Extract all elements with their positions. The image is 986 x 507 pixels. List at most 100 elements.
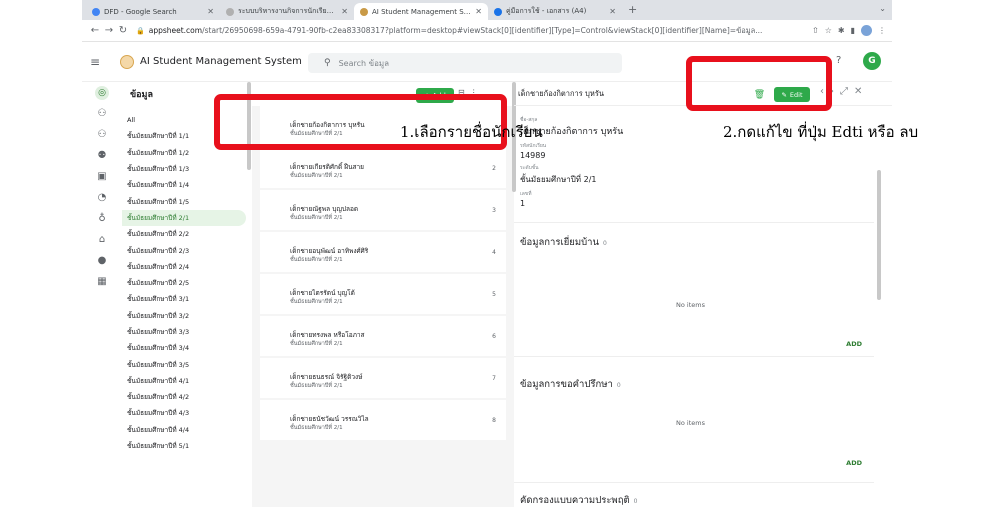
student-class: ชั้นมัธยมศึกษาปีที่ 2/1 xyxy=(290,173,343,179)
close-icon[interactable]: ✕ xyxy=(854,86,868,97)
profile-avatar[interactable] xyxy=(861,25,872,36)
section-count: 0 xyxy=(616,382,621,389)
section-counseling: ข้อมูลการขอคำปรึกษา 0 No items ADD xyxy=(514,356,874,467)
new-tab-button[interactable]: + xyxy=(622,3,643,18)
section-title: คัดกรองแบบความประพฤติ 0 xyxy=(520,495,638,506)
section-count: 0 xyxy=(633,498,638,505)
google-favicon-icon xyxy=(92,7,100,16)
section-title: ข้อมูลการเยี่ยมบ้าน 0 xyxy=(520,237,607,248)
category-item[interactable]: ชั้นมัธยมศึกษาปีที่ 4/4 xyxy=(122,422,246,438)
student-name: เด็กชายทรงพล หรือโอภาส xyxy=(290,331,365,339)
student-row[interactable]: เด็กชายธนธรณ์ จิรัฐิติวงษ์ชั้นมัธยมศึกษา… xyxy=(260,358,506,400)
rail-item-add-person[interactable]: ⚇ xyxy=(82,103,122,124)
docs-favicon-icon xyxy=(494,7,502,16)
student-row[interactable]: เด็กชายณัฐพล บุญปลอด ชั้นมัธยมศึกษาปีที่ … xyxy=(260,190,506,232)
forward-arrow-icon[interactable]: → xyxy=(102,25,116,36)
section-add-button[interactable]: ADD xyxy=(846,340,862,348)
category-item[interactable]: ชั้นมัธยมศึกษาปีที่ 3/5 xyxy=(122,356,246,372)
annotation-step-2: 2.กดแก้ไข ที่ปุ่ม Edti หรือ ลบ xyxy=(723,123,919,141)
rail-item-grid[interactable]: ▦ xyxy=(82,271,122,292)
category-item[interactable]: ชั้นมัธยมศึกษาปีที่ 1/3 xyxy=(122,161,246,177)
close-tab-icon[interactable]: ✕ xyxy=(609,7,616,16)
detail-scrollbar[interactable] xyxy=(877,170,881,300)
rail-item-chart[interactable]: ◔ xyxy=(82,187,122,208)
field-label: เลขที่ xyxy=(520,191,532,197)
user-avatar[interactable]: G xyxy=(863,52,881,70)
student-name: เด็กชายธนัชวัฒน์ วรรณวิไล xyxy=(290,415,369,423)
category-item[interactable]: ชั้นมัธยมศึกษาปีที่ 2/5 xyxy=(122,275,246,291)
field-value: ชั้นมัธยมศึกษาปีที่ 2/1 xyxy=(520,175,597,184)
close-tab-icon[interactable]: ✕ xyxy=(207,7,214,16)
student-row[interactable]: เด็กชายเกียรติศักดิ์ ฝืนสายชั้นมัธยมศึกษ… xyxy=(260,148,506,190)
category-item[interactable]: ชั้นมัธยมศึกษาปีที่ 2/1 xyxy=(122,209,246,227)
rail-item-data[interactable]: ◎ xyxy=(82,82,122,103)
bookmark-star-icon[interactable]: ☆ xyxy=(825,26,832,35)
category-list: All ชั้นมัธยมศึกษาปีที่ 1/1 ชั้นมัธยมศึกษา… xyxy=(122,112,246,454)
search-input[interactable]: ⚲ Search ข้อมูล xyxy=(308,53,622,73)
student-rows: เด็กชายก้องกิตาการ บุหรัน ชั้นมัธยมศึกษาป… xyxy=(260,106,506,442)
category-item[interactable]: ชั้นมัธยมศึกษาปีที่ 1/5 xyxy=(122,193,246,209)
section-home-visit: ข้อมูลการเยี่ยมบ้าน 0 No items ADD xyxy=(514,222,874,356)
back-arrow-icon[interactable]: ← xyxy=(88,25,102,36)
category-item[interactable]: ชั้นมัธยมศึกษาปีที่ 4/1 xyxy=(122,373,246,389)
site-favicon-icon xyxy=(226,7,234,16)
browser-tab[interactable]: ระบบบริหารงานกิจการนักเรียน อง ✕ xyxy=(220,3,354,20)
student-row[interactable]: เด็กชายไตรรัตน์ บุญโต้ ชั้นมัธยมศึกษาปีที… xyxy=(260,274,506,316)
category-item[interactable]: ชั้นมัธยมศึกษาปีที่ 2/2 xyxy=(122,226,246,242)
student-name: เด็กชายธนธรณ์ จิรัฐิติวงษ์ xyxy=(290,373,363,381)
lock-icon: 🔒 xyxy=(136,26,145,35)
student-name: เด็กชายเกียรติศักดิ์ ฝืนสาย xyxy=(290,163,364,171)
student-row[interactable]: เด็กชายทรงพล หรือโอภาส ชั้นมัธยมศึกษาปีที… xyxy=(260,316,506,358)
tab-search-chevron-icon[interactable]: ⌄ xyxy=(879,4,886,13)
category-item[interactable]: ชั้นมัธยมศึกษาปีที่ 3/3 xyxy=(122,324,246,340)
category-item[interactable]: ชั้นมัธยมศึกษาปีที่ 3/1 xyxy=(122,291,246,307)
browser-tab-active[interactable]: AI Student Management Syste ✕ xyxy=(354,3,488,20)
student-row[interactable]: เด็กชายอนุพัฒน์ อาทิพงศ์ศิริ ชั้นมัธยมศึก… xyxy=(260,232,506,274)
field-value: 14989 xyxy=(520,151,546,160)
browser-menu-icon[interactable]: ⋮ xyxy=(878,26,886,35)
nav-rail: ◎ ⚇ ⚇ ⚉ ▣ ◔ ♁ ⌂ ● ▦ xyxy=(82,82,122,507)
hamburger-menu-icon[interactable]: ≡ xyxy=(90,55,102,69)
student-class: ชั้นมัธยมศึกษาปีที่ 2/1 xyxy=(290,383,343,389)
student-row[interactable]: เด็กชายธนัชวัฒน์ วรรณวิไล ชั้นมัธยมศึกษาป… xyxy=(260,400,506,442)
section-add-button[interactable]: ADD xyxy=(846,459,862,467)
category-item[interactable]: ชั้นมัธยมศึกษาปีที่ 1/4 xyxy=(122,177,246,193)
reload-icon[interactable]: ↻ xyxy=(116,25,130,36)
browser-tab[interactable]: คู่มือการใช้ - เอกสาร (A4) ✕ xyxy=(488,3,622,20)
people-icon: ⚉ xyxy=(97,150,107,161)
expand-icon[interactable]: ⤢ xyxy=(840,86,854,97)
category-item[interactable]: ชั้นมัธยมศึกษาปีที่ 4/2 xyxy=(122,389,246,405)
category-item[interactable]: ชั้นมัธยมศึกษาปีที่ 4/3 xyxy=(122,405,246,421)
field-value: 1 xyxy=(520,199,526,208)
browser-tab[interactable]: DFD - Google Search ✕ xyxy=(86,3,220,20)
rail-item-award[interactable]: ♁ xyxy=(82,208,122,229)
url-field[interactable]: 🔒 appsheet.com/start/26950698-659a-4791-… xyxy=(136,23,800,39)
annotation-box-edit xyxy=(686,56,832,111)
award-icon: ♁ xyxy=(98,213,106,224)
category-item[interactable]: ชั้นมัธยมศึกษาปีที่ 2/4 xyxy=(122,259,246,275)
sidebar-toggle-icon[interactable]: ▮ xyxy=(851,26,855,35)
category-item[interactable]: ชั้นมัธยมศึกษาปีที่ 3/4 xyxy=(122,340,246,356)
data-view-icon: ◎ xyxy=(95,85,109,100)
category-item[interactable]: ชั้นมัธยมศึกษาปีที่ 3/2 xyxy=(122,308,246,324)
student-number: 4 xyxy=(492,249,496,256)
extensions-icon[interactable]: ✱ xyxy=(838,26,845,35)
help-icon[interactable]: ? xyxy=(836,55,841,66)
close-tab-icon[interactable]: ✕ xyxy=(475,7,482,16)
rail-item-bank[interactable]: ⌂ xyxy=(82,229,122,250)
rail-item-image[interactable]: ▣ xyxy=(82,166,122,187)
share-icon[interactable]: ⇧ xyxy=(812,26,819,35)
category-item[interactable]: ชั้นมัธยมศึกษาปีที่ 2/3 xyxy=(122,242,246,258)
rail-item-people[interactable]: ⚉ xyxy=(82,145,122,166)
detail-fields: ชื่อ-สกุล เด็กชายก้องกิตาการ บุหรัน รหัสนั… xyxy=(520,112,700,208)
student-number: 2 xyxy=(492,165,496,172)
section-behavior-screening: คัดกรองแบบความประพฤติ 0 xyxy=(514,482,874,507)
section-count: 0 xyxy=(602,240,607,247)
appsheet-favicon-icon xyxy=(360,7,368,16)
rail-item-person[interactable]: ⚇ xyxy=(82,124,122,145)
category-item[interactable]: ชั้นมัธยมศึกษาปีที่ 5/1 xyxy=(122,438,246,454)
image-icon: ▣ xyxy=(97,171,107,182)
close-tab-icon[interactable]: ✕ xyxy=(341,7,348,16)
annotation-step-1: 1.เลือกรายชื่อนักเรียน xyxy=(400,123,543,141)
rail-item-info[interactable]: ● xyxy=(82,250,122,271)
